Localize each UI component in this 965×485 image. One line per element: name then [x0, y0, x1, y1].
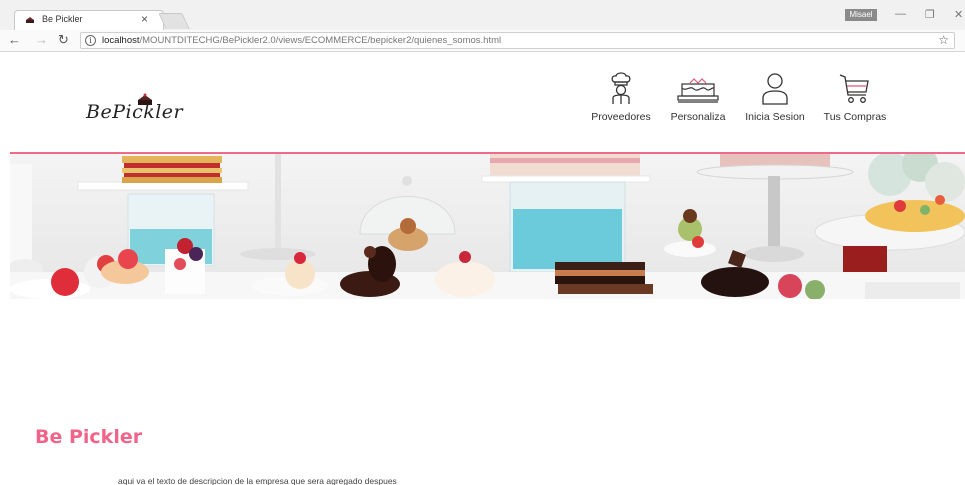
- info-icon[interactable]: i: [85, 35, 96, 46]
- browser-toolbar: ← → ↻ i localhost/MOUNTDITECHG/BePickler…: [0, 30, 965, 52]
- company-description: aqui va el texto de descripcion de la em…: [118, 476, 397, 485]
- profile-badge[interactable]: Misael: [845, 9, 877, 21]
- nav-label-inicia-sesion: Inicia Sesion: [745, 111, 805, 123]
- company-title: Be Pickler: [35, 426, 143, 448]
- restore-icon[interactable]: ❐: [925, 8, 935, 21]
- nav-item-personaliza[interactable]: Personaliza: [668, 71, 728, 123]
- bookmark-star-icon[interactable]: ☆: [938, 33, 949, 47]
- browser-tab[interactable]: Be Pickler ×: [14, 10, 164, 30]
- nav-label-proveedores: Proveedores: [591, 111, 651, 123]
- logo-text: BePickler: [86, 101, 184, 123]
- cake-favicon-icon: [26, 17, 34, 23]
- nav-item-tus-compras[interactable]: Tus Compras: [822, 71, 888, 123]
- user-icon: [762, 73, 788, 105]
- chef-icon: [611, 72, 631, 104]
- cake-icon: [677, 78, 719, 103]
- close-icon[interactable]: ✕: [954, 8, 963, 21]
- nav-item-inicia-sesion[interactable]: Inicia Sesion: [744, 71, 806, 123]
- url-text[interactable]: localhost/MOUNTDITECHG/BePickler2.0/view…: [102, 35, 501, 46]
- nav-item-proveedores[interactable]: Proveedores: [590, 71, 652, 123]
- hero-banner-image: [10, 154, 965, 299]
- cake-logo-icon: [138, 93, 152, 105]
- forward-arrow-icon[interactable]: →: [35, 32, 48, 47]
- brand-logo[interactable]: BePickler: [86, 93, 196, 129]
- nav-label-tus-compras: Tus Compras: [823, 111, 887, 123]
- address-bar[interactable]: i localhost/MOUNTDITECHG/BePickler2.0/vi…: [80, 32, 955, 49]
- reload-icon[interactable]: ↻: [58, 32, 69, 48]
- browser-tab-strip: Be Pickler × Misael — ❐ ✕: [0, 0, 965, 30]
- site-header: BePickler Proveedores Personaliza Inicia…: [0, 53, 965, 153]
- back-arrow-icon[interactable]: ←: [8, 32, 21, 47]
- tab-title: Be Pickler: [42, 14, 83, 24]
- dessert-table-illustration: [10, 154, 965, 299]
- shopping-cart-icon: [839, 74, 869, 103]
- nav-label-personaliza: Personaliza: [670, 111, 726, 123]
- tab-close-icon[interactable]: ×: [141, 12, 148, 26]
- minimize-icon[interactable]: —: [895, 8, 906, 20]
